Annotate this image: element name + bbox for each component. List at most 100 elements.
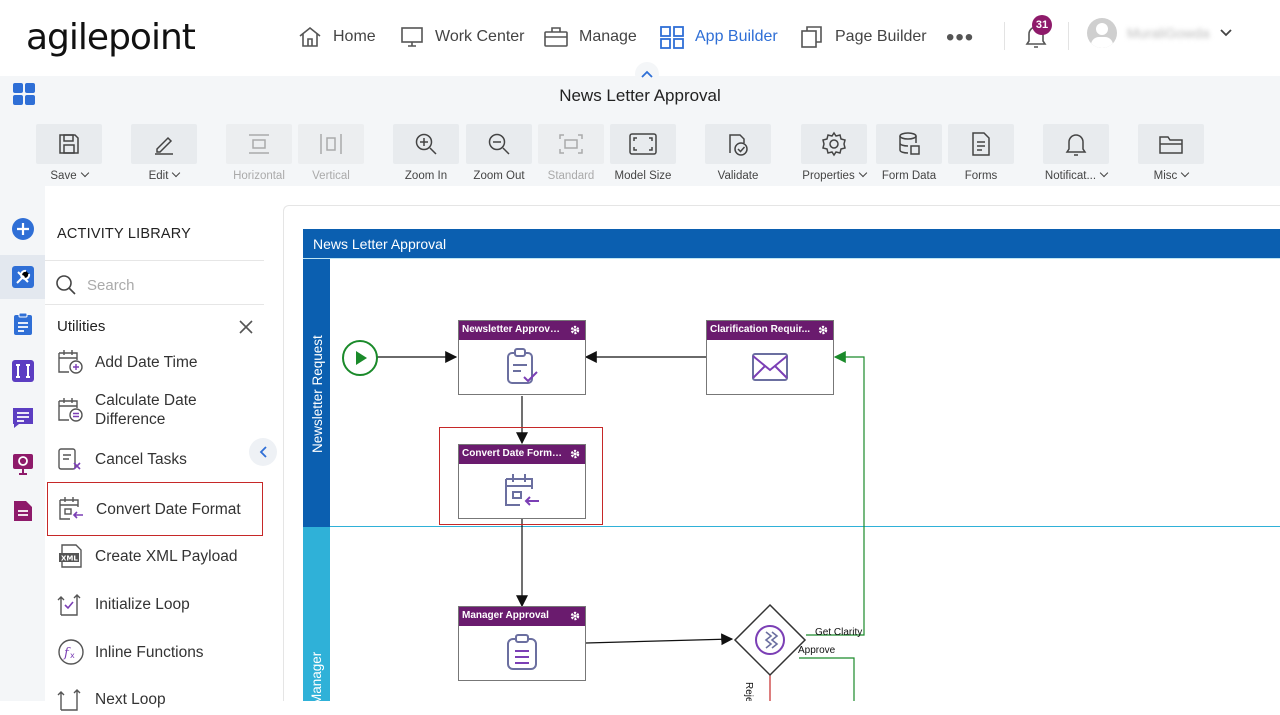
task-title: Manager Approval: [462, 610, 549, 621]
nav-page-builder[interactable]: Page Builder: [799, 22, 927, 52]
rail-variables[interactable]: [0, 349, 45, 393]
collapse-header-button[interactable]: [635, 62, 659, 86]
clipboard-list-icon: [507, 634, 537, 670]
add-date-time-icon: [58, 350, 83, 374]
nav-home[interactable]: Home: [297, 22, 376, 52]
calculate-date-difference-icon: [58, 398, 83, 422]
vertical-icon: [320, 134, 342, 154]
avatar: [1087, 18, 1117, 48]
properties-button[interactable]: Properties: [801, 124, 867, 182]
user-menu[interactable]: MuraliGowda: [1087, 18, 1233, 48]
notifications-menu-button[interactable]: Notificat...: [1043, 124, 1109, 182]
vertical-button[interactable]: Vertical: [298, 124, 364, 182]
standard-button[interactable]: Standard: [538, 124, 604, 182]
library-item-label: Cancel Tasks: [95, 450, 187, 468]
form-data-button[interactable]: Form Data: [876, 124, 942, 182]
zoom-out-button[interactable]: Zoom Out: [466, 124, 532, 182]
validate-label: Validate: [717, 170, 759, 182]
misc-button[interactable]: Misc: [1138, 124, 1204, 182]
clipboard-check-icon: [507, 348, 538, 384]
grid-icon: [660, 26, 684, 49]
start-event[interactable]: [341, 339, 379, 382]
initialize-loop-icon: [57, 594, 81, 616]
rail-messages[interactable]: [0, 396, 45, 440]
search-input[interactable]: [87, 276, 247, 294]
play-icon: [342, 340, 378, 376]
edit-label: Edit: [148, 170, 169, 182]
library-item-inline-functions[interactable]: fx Inline Functions: [47, 636, 263, 668]
clipboard-icon: [13, 312, 32, 335]
chevron-up-icon: [641, 70, 653, 78]
nav-manage[interactable]: Manage: [543, 22, 637, 52]
chevron-down-icon: [1220, 29, 1233, 37]
nav-divider: [1068, 22, 1069, 50]
rail-add[interactable]: [0, 207, 45, 251]
task-manager-approval[interactable]: Manager Approval: [458, 606, 586, 681]
decision-gateway[interactable]: [733, 603, 807, 682]
home-icon: [299, 26, 321, 47]
rail-forms[interactable]: [0, 302, 45, 346]
svg-text:XML: XML: [61, 555, 78, 563]
library-item-initialize-loop[interactable]: Initialize Loop: [47, 588, 263, 620]
gear-icon[interactable]: [569, 610, 581, 622]
library-item-cancel-tasks[interactable]: Cancel Tasks: [47, 443, 263, 475]
edge-label-approve: Approve: [798, 645, 836, 656]
edit-button[interactable]: Edit: [131, 124, 197, 182]
notification-count-badge: 31: [1032, 15, 1052, 35]
gear-icon[interactable]: [569, 324, 581, 336]
agilepoint-logo[interactable]: agilepoint: [26, 17, 196, 58]
document-icon: [13, 501, 32, 521]
rail-activity-library[interactable]: [0, 255, 45, 299]
library-item-label: Convert Date Format: [96, 500, 241, 518]
edge-label-reject: Reject: [743, 682, 754, 701]
calendar-convert-icon: [505, 474, 539, 506]
task-clarification-required[interactable]: Clarification Requir...: [706, 320, 834, 395]
monitor-icon: [401, 27, 423, 47]
rail-reports[interactable]: [0, 442, 45, 486]
edge-label-get-clarity: Get Clarity: [815, 627, 863, 638]
more-menu-button[interactable]: •••: [946, 24, 974, 52]
close-icon[interactable]: [239, 320, 253, 334]
collapse-library-button[interactable]: [249, 438, 277, 466]
process-canvas[interactable]: News Letter Approval Newsletter Request …: [283, 205, 1280, 701]
model-size-button[interactable]: Model Size: [610, 124, 676, 182]
horizontal-icon: [249, 134, 269, 154]
svg-text:x: x: [70, 651, 75, 660]
task-convert-date-format[interactable]: Convert Date Format.1: [458, 444, 586, 519]
next-loop-icon: [57, 689, 81, 711]
nav-work-center[interactable]: Work Center: [399, 22, 525, 52]
vertical-label: Vertical: [312, 170, 350, 182]
library-item-convert-date-format[interactable]: Convert Date Format: [47, 482, 263, 536]
zoom-in-button[interactable]: Zoom In: [393, 124, 459, 182]
forms-button[interactable]: Forms: [948, 124, 1014, 182]
library-item-create-xml-payload[interactable]: XML Create XML Payload: [47, 540, 263, 572]
gateway-icon: [733, 603, 807, 677]
presentation-icon: [12, 454, 33, 475]
convert-date-format-icon: [59, 497, 83, 520]
validate-button[interactable]: Validate: [705, 124, 771, 182]
gear-icon[interactable]: [569, 448, 581, 460]
library-title: ACTIVITY LIBRARY: [57, 226, 192, 242]
misc-label: Misc: [1153, 170, 1178, 182]
properties-label: Properties: [802, 170, 855, 182]
validate-icon: [729, 134, 748, 156]
nav-app-builder[interactable]: App Builder: [659, 22, 778, 52]
inline-functions-icon: fx: [58, 639, 84, 665]
save-button[interactable]: Save: [36, 124, 102, 182]
database-icon: [899, 132, 920, 155]
library-item-next-loop[interactable]: Next Loop: [47, 683, 263, 715]
rail-documents[interactable]: [0, 489, 45, 533]
username: MuraliGowda: [1127, 25, 1210, 41]
envelope-icon: [752, 353, 788, 381]
library-item-add-date-time[interactable]: Add Date Time: [47, 346, 263, 378]
task-title: Clarification Requir...: [710, 324, 811, 335]
form-data-label: Form Data: [881, 170, 937, 182]
category-title: Utilities: [57, 318, 106, 335]
nav-divider: [1004, 22, 1005, 50]
gear-icon[interactable]: [817, 324, 829, 336]
library-item-calculate-date-difference[interactable]: Calculate Date Difference: [47, 391, 263, 429]
model-size-label: Model Size: [614, 170, 672, 182]
left-rail: [0, 186, 45, 701]
task-newsletter-approval[interactable]: Newsletter Approval ...: [458, 320, 586, 395]
horizontal-button[interactable]: Horizontal: [226, 124, 292, 182]
